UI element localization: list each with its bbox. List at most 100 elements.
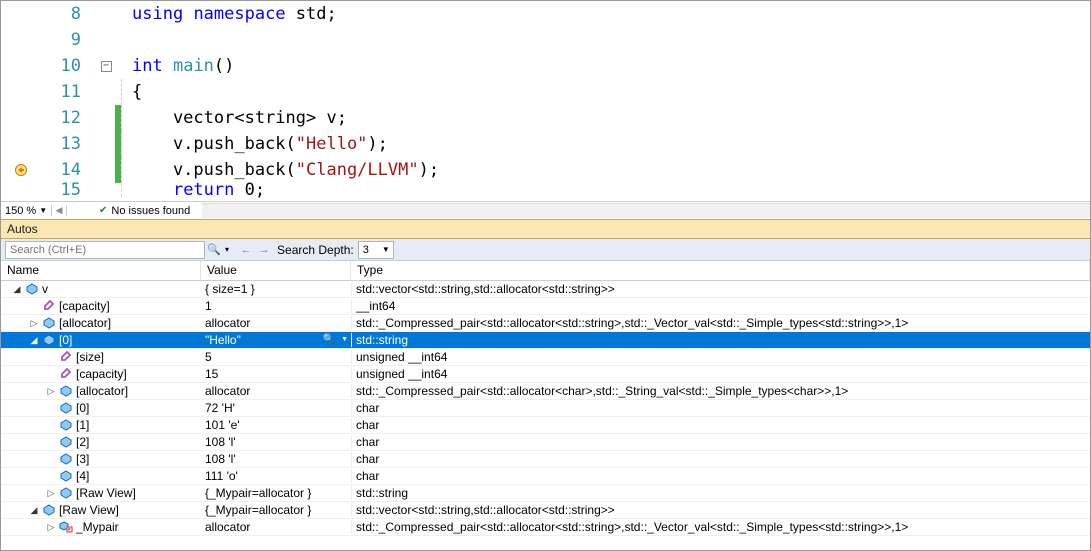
tree-row[interactable]: [size]5unsigned __int64	[1, 349, 1090, 366]
code-content[interactable]: v.push_back("Hello");	[132, 134, 1090, 154]
variable-value[interactable]: 108 'l'	[201, 452, 351, 466]
tree-row[interactable]: [4]111 'o'char	[1, 468, 1090, 485]
search-input[interactable]	[5, 241, 205, 259]
variable-type: __int64	[351, 299, 1090, 313]
tree-row[interactable]: [1]101 'e'char	[1, 417, 1090, 434]
variable-value[interactable]: 5	[201, 350, 351, 364]
variable-icon	[59, 418, 73, 432]
code-line[interactable]: 15 return 0;	[1, 183, 1090, 197]
variable-value[interactable]: 72 'H'	[201, 401, 351, 415]
column-header-name[interactable]: Name	[1, 261, 201, 280]
line-number: 11	[41, 82, 97, 102]
expander-toggle[interactable]: ▷	[28, 317, 40, 329]
nav-back-button[interactable]: ←	[237, 241, 255, 259]
fold-guide	[121, 157, 122, 183]
expander-placeholder	[45, 436, 57, 448]
code-line[interactable]: 12 vector<string> v;	[1, 105, 1090, 131]
variable-name: [capacity]	[59, 299, 110, 313]
search-icon[interactable]: 🔍	[205, 241, 223, 259]
variable-value[interactable]: { size=1 }	[201, 282, 351, 296]
code-line[interactable]: 8using namespace std;	[1, 1, 1090, 27]
code-content[interactable]: int main()	[132, 56, 1090, 76]
variable-name: [capacity]	[76, 367, 127, 381]
property-icon	[42, 299, 56, 313]
tree-row[interactable]: [capacity] 1__int64	[1, 298, 1090, 315]
code-content[interactable]: v.push_back("Clang/LLVM");	[132, 160, 1090, 180]
expander-placeholder	[45, 368, 57, 380]
variable-name: [3]	[76, 452, 89, 466]
code-line[interactable]: 9	[1, 27, 1090, 53]
tree-row[interactable]: [capacity]15unsigned __int64	[1, 366, 1090, 383]
variable-value[interactable]: allocator	[201, 384, 351, 398]
fold-margin[interactable]: −	[97, 61, 115, 72]
variable-name: [0]	[76, 401, 89, 415]
expander-toggle[interactable]: ◢	[28, 504, 40, 516]
search-depth-select[interactable]: 3▼	[358, 241, 394, 259]
variable-value[interactable]: "Hello"🔍▼	[201, 333, 351, 347]
variable-type: std::_Compressed_pair<std::allocator<std…	[351, 520, 1090, 534]
variable-value[interactable]: {_Mypair=allocator }	[201, 503, 351, 517]
expander-toggle[interactable]: ▷	[45, 487, 57, 499]
current-line-icon	[14, 163, 28, 177]
line-number: 10	[41, 56, 97, 76]
tree-row[interactable]: ▷[allocator]allocatorstd::_Compressed_pa…	[1, 315, 1090, 332]
expander-toggle[interactable]: ▷	[45, 385, 57, 397]
fold-guide	[121, 183, 122, 197]
code-content[interactable]: return 0;	[132, 180, 1090, 200]
expander-placeholder	[45, 351, 57, 363]
expander-placeholder	[45, 453, 57, 465]
code-content[interactable]: using namespace std;	[132, 4, 1090, 24]
tree-row[interactable]: ◢ [Raw View] {_Mypair=allocator }std::vect…	[1, 502, 1090, 519]
chevron-down-icon[interactable]: ▾	[225, 245, 229, 254]
variable-value[interactable]: allocator	[201, 316, 351, 330]
column-header-value[interactable]: Value	[201, 261, 351, 280]
variable-icon	[59, 401, 73, 415]
fold-guide	[121, 131, 122, 157]
check-circle-icon: ✔	[99, 205, 107, 216]
variable-type: std::vector<std::string,std::allocator<s…	[351, 503, 1090, 517]
scroll-left-button[interactable]: ◀	[51, 205, 67, 216]
variable-value[interactable]: 1	[201, 299, 351, 313]
autos-tree[interactable]: ◢v{ size=1 }std::vector<std::string,std:…	[1, 281, 1090, 550]
tree-row[interactable]: ▷[allocator]allocatorstd::_Compressed_pa…	[1, 383, 1090, 400]
variable-value[interactable]: 15	[201, 367, 351, 381]
code-line[interactable]: 13 v.push_back("Hello");	[1, 131, 1090, 157]
tree-row[interactable]: [0]72 'H'char	[1, 400, 1090, 417]
chevron-down-icon[interactable]: ▼	[341, 336, 348, 343]
variable-value[interactable]: 111 'o'	[201, 469, 351, 483]
horizontal-scrollbar[interactable]	[202, 203, 1090, 218]
variable-value[interactable]: {_Mypair=allocator }	[201, 486, 351, 500]
tree-row[interactable]: [3]108 'l'char	[1, 451, 1090, 468]
tree-row[interactable]: ◢[0]"Hello"🔍▼std::string	[1, 332, 1090, 349]
tree-row[interactable]: ▷[Raw View]{_Mypair=allocator }std::stri…	[1, 485, 1090, 502]
line-number: 14	[41, 160, 97, 180]
code-line[interactable]: 10− int main()	[1, 53, 1090, 79]
tree-row[interactable]: ◢v{ size=1 }std::vector<std::string,std:…	[1, 281, 1090, 298]
tree-row[interactable]: [2]108 'l'char	[1, 434, 1090, 451]
variable-value[interactable]: 108 'l'	[201, 435, 351, 449]
zoom-dropdown[interactable]: 150 %▼	[1, 205, 51, 217]
variable-icon	[42, 503, 56, 517]
nav-forward-button[interactable]: →	[255, 241, 273, 259]
code-line[interactable]: 11 {	[1, 79, 1090, 105]
expander-placeholder	[28, 300, 40, 312]
expander-toggle[interactable]: ◢	[11, 283, 23, 295]
variable-name: [0]	[59, 333, 72, 347]
breakpoint-margin[interactable]	[1, 163, 41, 177]
visualizer-icon[interactable]: 🔍	[323, 334, 335, 345]
fold-toggle-icon[interactable]: −	[101, 61, 112, 72]
code-content[interactable]: vector<string> v;	[132, 108, 1090, 128]
expander-toggle[interactable]: ▷	[45, 521, 57, 533]
line-number: 12	[41, 108, 97, 128]
variable-icon	[59, 452, 73, 466]
variable-value[interactable]: allocator	[201, 520, 351, 534]
expander-toggle[interactable]: ◢	[28, 334, 40, 346]
column-header-type[interactable]: Type	[351, 261, 1090, 280]
variable-icon	[25, 282, 39, 296]
code-editor[interactable]: 8using namespace std;9 10− int main() 11 {12…	[1, 1, 1090, 201]
variable-value[interactable]: 101 'e'	[201, 418, 351, 432]
variable-icon	[42, 316, 56, 330]
tree-row[interactable]: ▷_Mypairallocatorstd::_Compressed_pair<s…	[1, 519, 1090, 536]
variable-name: [Raw View]	[59, 503, 119, 517]
code-content[interactable]: {	[132, 82, 1090, 102]
